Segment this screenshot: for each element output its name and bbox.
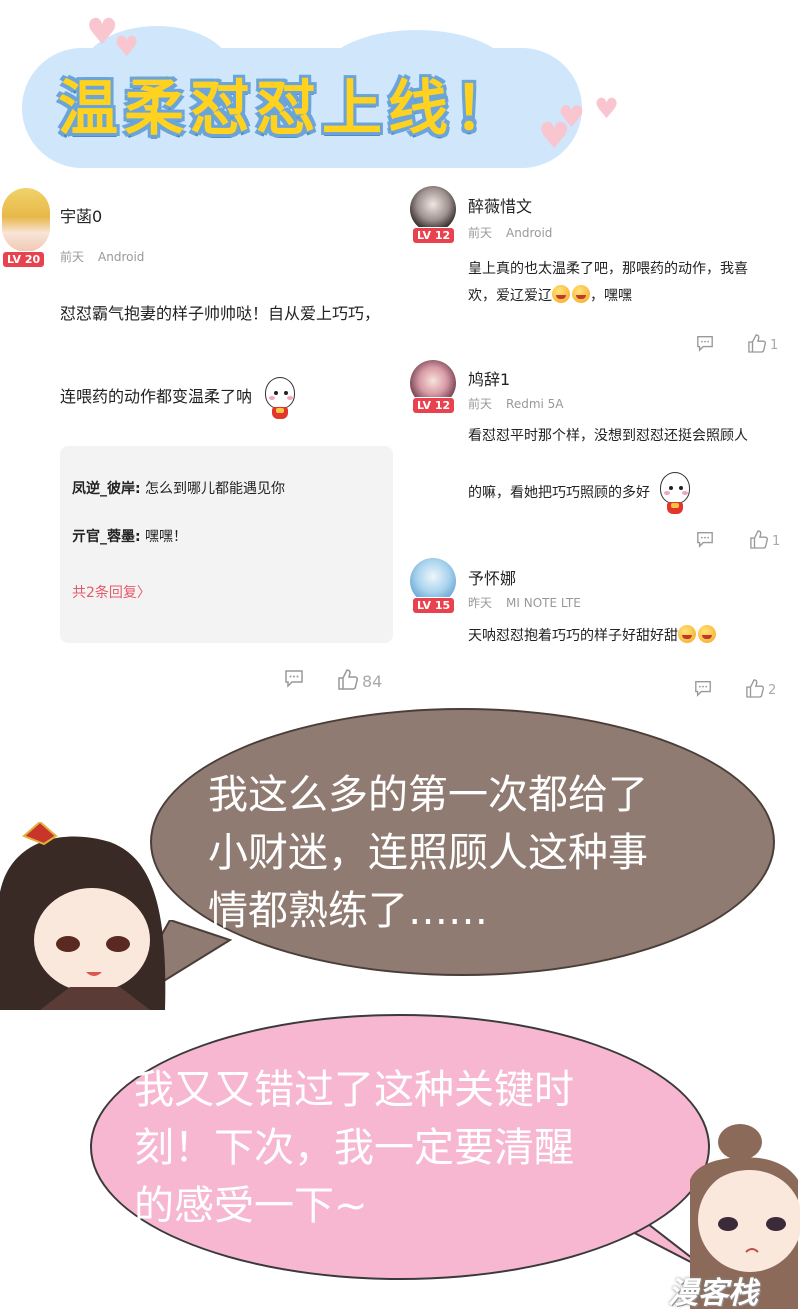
avatar[interactable] (410, 186, 456, 232)
comment-text-line: 怼怼霸气抱妻的样子帅帅哒！自从爱上巧巧， (60, 304, 381, 323)
comment-actions (696, 530, 714, 552)
emperor-character (0, 822, 166, 1010)
comment-text: 皇上真的也太温柔了吧，那喂药的动作，我喜 (468, 255, 748, 283)
bubble-line: 我又又错过了这种关键时 (134, 1067, 574, 1113)
reply-text: 嘿嘿！ (140, 529, 188, 545)
comment-actions (694, 679, 712, 701)
reply-user[interactable]: 凤逆_彼岸: (72, 481, 141, 497)
reply-user[interactable]: 亓官_蓉墨: (72, 529, 141, 545)
level-badge: LV 12 (412, 227, 456, 244)
comment-device: Android (506, 226, 553, 240)
heart-icon: ♥ (538, 116, 571, 157)
comment-meta: 前天 Redmi 5A (468, 395, 564, 412)
comment-text: 欢，爱辽爱辽 ，嘿嘿 (468, 282, 632, 310)
sticker-icon (658, 472, 692, 514)
username[interactable]: 宇菡0 (60, 203, 102, 227)
comment-meta: 前天 Android (468, 224, 552, 241)
like-button[interactable]: 84 (338, 668, 382, 694)
bubble-line: 我这么多的第一次都给了 (208, 772, 648, 818)
comment-time: 前天 (60, 250, 85, 264)
level-badge: LV 12 (412, 397, 456, 414)
comment-actions (284, 668, 304, 692)
comment-time: 昨天 (468, 596, 493, 610)
bubble-line: 小财迷，连照顾人这种事 (208, 830, 648, 876)
comment-text-line: 连喂药的动作都变温柔了呐 (60, 387, 253, 406)
avatar[interactable] (2, 188, 50, 252)
comment-meta: 前天 Android (60, 248, 144, 265)
reply-text: 怎么到哪儿都能遇见你 (140, 481, 286, 497)
banner-title: 温柔怼怼上线！ (58, 74, 520, 144)
reply-icon[interactable] (696, 334, 714, 356)
reply-item[interactable]: 亓官_蓉墨: 嘿嘿！ (72, 526, 187, 546)
smile-emoji-icon (698, 625, 716, 643)
comment-text: 看怼怼平时那个样，没想到怼怼还挺会照顾人 (468, 422, 748, 450)
like-button[interactable]: 2 (746, 678, 776, 702)
comment-text: 怼怼霸气抱妻的样子帅帅哒！自从爱上巧巧， (60, 300, 380, 328)
comment-text-line: 天呐怼怼抱着巧巧的样子好甜好甜 (468, 628, 678, 644)
like-count: 84 (362, 671, 383, 691)
heart-icon: ♥ (114, 30, 140, 63)
banner: 温柔怼怼上线！ ♥ ♥ ♥ ♥ ♥ (0, 0, 800, 175)
comment-text-line: 皇上真的也太温柔了吧，那喂药的动作，我喜 (468, 261, 748, 277)
thumbs-up-icon (750, 529, 768, 553)
comment-text: 连喂药的动作都变温柔了呐 (60, 376, 297, 419)
reply-icon[interactable] (694, 679, 712, 701)
like-button[interactable]: 1 (748, 333, 778, 357)
level-badge: LV 20 (2, 251, 46, 268)
heart-eyes-emoji-icon (552, 285, 570, 303)
bubble-line: 的感受一下~ (134, 1183, 368, 1229)
comment-text: 天呐怼怼抱着巧巧的样子好甜好甜 (468, 622, 716, 650)
level-badge: LV 15 (412, 597, 456, 614)
comment-text-line: ，嘿嘿 (590, 288, 632, 304)
comment-device: MI NOTE LTE (506, 596, 581, 610)
like-count: 1 (770, 337, 779, 353)
heart-eyes-emoji-icon (572, 285, 590, 303)
username[interactable]: 予怀娜 (468, 565, 516, 589)
like-button[interactable]: 1 (750, 529, 780, 553)
watermark-logo: 漫客栈 (668, 1276, 758, 1309)
reply-item[interactable]: 凤逆_彼岸: 怎么到哪儿都能遇见你 (72, 478, 285, 498)
reply-icon[interactable] (284, 668, 304, 692)
comment-time: 前天 (468, 226, 493, 240)
reply-icon[interactable] (696, 530, 714, 552)
comment-device: Android (98, 250, 145, 264)
thumbs-up-icon (748, 333, 766, 357)
comment-device: Redmi 5A (506, 397, 564, 411)
sticker-icon (263, 376, 297, 419)
like-count: 2 (768, 682, 777, 698)
speech-bubble-text: 我又又错过了这种关键时 刻！下次，我一定要清醒 的感受一下~ (134, 1061, 574, 1235)
username[interactable]: 鸠辞1 (468, 366, 510, 390)
bubble-line: 刻！下次，我一定要清醒 (134, 1125, 574, 1171)
comment-text-line: 欢，爱辽爱辽 (468, 288, 552, 304)
comment-meta: 昨天 MI NOTE LTE (468, 594, 581, 611)
thumbs-up-icon (746, 678, 764, 702)
smile-emoji-icon (678, 625, 696, 643)
reply-box: 凤逆_彼岸: 怎么到哪儿都能遇见你 亓官_蓉墨: 嘿嘿！ 共2条回复〉 (60, 446, 393, 643)
comment-text-line: 看怼怼平时那个样，没想到怼怼还挺会照顾人 (468, 428, 748, 444)
comment-text: 的嘛，看她把巧巧照顾的多好 (468, 472, 692, 514)
username[interactable]: 醉薇惜文 (468, 193, 532, 217)
more-replies-link[interactable]: 共2条回复〉 (72, 582, 151, 602)
thumbs-up-icon (338, 668, 358, 694)
bubble-line: 情都熟练了…… (208, 888, 488, 934)
comment-time: 前天 (468, 397, 493, 411)
comment-actions (696, 334, 714, 356)
speech-bubble-text: 我这么多的第一次都给了 小财迷，连照顾人这种事 情都熟练了…… (208, 766, 648, 940)
comment-text-line: 的嘛，看她把巧巧照顾的多好 (468, 485, 650, 501)
heart-icon: ♥ (594, 92, 620, 125)
like-count: 1 (772, 533, 781, 549)
